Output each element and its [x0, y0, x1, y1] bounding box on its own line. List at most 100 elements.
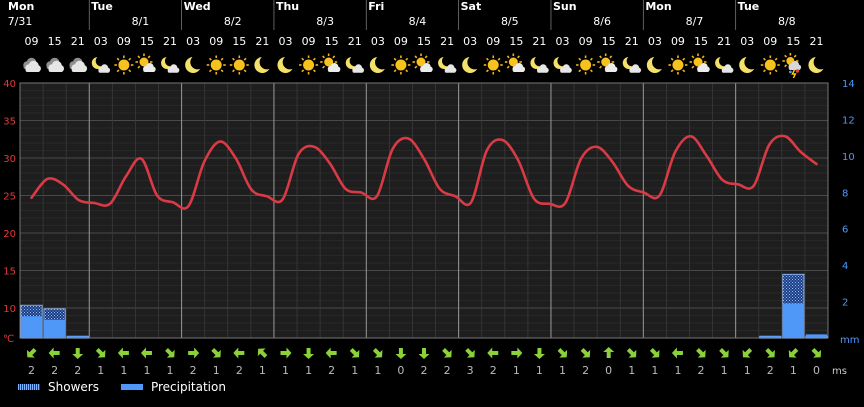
wind-arrow-icon	[95, 348, 106, 358]
sunny-icon	[206, 55, 226, 75]
sun-disc	[764, 59, 776, 71]
wind-arrow-icon	[788, 348, 799, 358]
sun-ray	[393, 69, 397, 73]
cloud-base	[25, 68, 41, 72]
sunny-icon	[229, 55, 249, 75]
cloud-base	[71, 68, 87, 72]
hour-label: 21	[532, 35, 546, 48]
wind-arrow-icon	[696, 348, 706, 358]
day-name: Tue	[738, 0, 760, 13]
sun-ray	[243, 57, 247, 61]
wind-arrow-shape	[671, 347, 683, 359]
wind-speed-label: 3	[467, 364, 474, 377]
wind-speed-label: 2	[421, 364, 428, 377]
hour-label: 09	[302, 35, 316, 48]
partly-cloudy-night-icon	[161, 55, 180, 73]
wind-speed-label: 2	[767, 364, 774, 377]
legend-showers: Showers	[18, 380, 99, 394]
temp-unit-label: ℃	[3, 334, 14, 345]
sunny-icon	[668, 55, 688, 75]
sun-ray	[116, 57, 120, 61]
wind-arrow-shape	[418, 348, 430, 359]
precip-tick-label: 14	[842, 79, 855, 90]
hour-label: 03	[186, 35, 200, 48]
wind-speed-label: 2	[582, 364, 589, 377]
partly-cloudy-icon	[320, 53, 341, 72]
hour-label: 03	[463, 35, 477, 48]
wind-arrow-icon	[325, 347, 337, 359]
cloud-base	[537, 69, 549, 73]
clear-night-icon	[646, 55, 667, 73]
wind-arrow-shape	[511, 347, 523, 359]
sun-disc	[395, 59, 407, 71]
wind-speed-label: 0	[813, 364, 820, 377]
sun-ray	[599, 65, 603, 69]
partly-cloudy-night-icon	[345, 55, 365, 73]
sun-ray	[116, 69, 120, 73]
cloud-base	[444, 69, 456, 73]
hour-label: 09	[763, 35, 777, 48]
legend-showers-label: Showers	[48, 380, 99, 394]
weather-icon-row	[23, 53, 829, 79]
wind-speed-label: 1	[790, 364, 797, 377]
sun-ray	[497, 69, 501, 73]
wind-arrow-shape	[72, 348, 84, 359]
wind-arrow-shape	[487, 347, 499, 359]
hour-label: 21	[71, 35, 85, 48]
wind-arrow-icon	[372, 348, 383, 358]
partly-cloudy-night-icon	[91, 55, 111, 73]
sun-ray	[414, 65, 418, 69]
day-date: 8/8	[778, 15, 796, 28]
cloud-base	[560, 69, 572, 73]
cloud-base	[629, 69, 641, 73]
sun-ray	[497, 57, 501, 61]
clear-night-icon	[739, 55, 759, 73]
wind-speed-label: 1	[559, 364, 566, 377]
sun-ray	[763, 57, 766, 61]
wind-arrow-shape	[372, 348, 383, 358]
hour-label: 15	[694, 35, 708, 48]
sun-ray	[332, 55, 336, 59]
sun-ray	[485, 69, 489, 73]
wind-arrow-shape	[811, 348, 822, 358]
partly-cloudy-icon	[135, 53, 156, 72]
partly-cloudy-night-icon	[553, 55, 572, 73]
hour-label: 15	[48, 35, 62, 48]
wind-arrow-icon	[188, 347, 200, 359]
wind-arrow-icon	[280, 347, 292, 359]
forecast-header: Mon 7/31 Tue 8/1 Wed 8/2 Thu 8/3 Fri 8/4 Sat 8/5 Sun…	[8, 0, 823, 48]
wind-speed-label: 1	[628, 364, 635, 377]
wind-arrow-icon	[603, 347, 615, 358]
cloud-base	[420, 68, 432, 72]
hour-label: 03	[740, 35, 754, 48]
moon-shadow	[282, 55, 298, 70]
legend-precipitation: Precipitation	[120, 380, 226, 394]
wind-arrow-icon	[72, 348, 84, 359]
day-date: 8/4	[409, 15, 427, 28]
hour-label: 09	[117, 35, 131, 48]
cloud-base	[721, 69, 733, 73]
lightning	[791, 69, 797, 79]
wind-arrow-shape	[742, 348, 753, 358]
sun-ray	[128, 69, 132, 73]
wind-arrow-shape	[211, 348, 221, 358]
sun-ray	[232, 69, 235, 73]
wind-arrow-icon	[811, 348, 822, 358]
wind-arrow-icon	[48, 347, 60, 359]
legend-precipitation-swatch	[120, 384, 143, 390]
sun-ray	[599, 55, 603, 59]
wind-arrow-icon	[671, 347, 683, 359]
moon-shadow	[813, 55, 829, 70]
sun-ray	[774, 69, 778, 73]
wind-arrow-shape	[48, 347, 60, 359]
cloud-base	[48, 68, 64, 72]
wind-speed-label: 1	[351, 364, 358, 377]
day-name: Mon	[8, 0, 34, 13]
moon-shadow	[744, 55, 759, 70]
wind-arrow-shape	[788, 348, 799, 358]
sunny-icon	[483, 55, 503, 75]
hour-label: 09	[579, 35, 593, 48]
sun-ray	[485, 57, 489, 61]
wind-speed-label: 2	[444, 364, 451, 377]
day-name: Fri	[368, 0, 384, 13]
